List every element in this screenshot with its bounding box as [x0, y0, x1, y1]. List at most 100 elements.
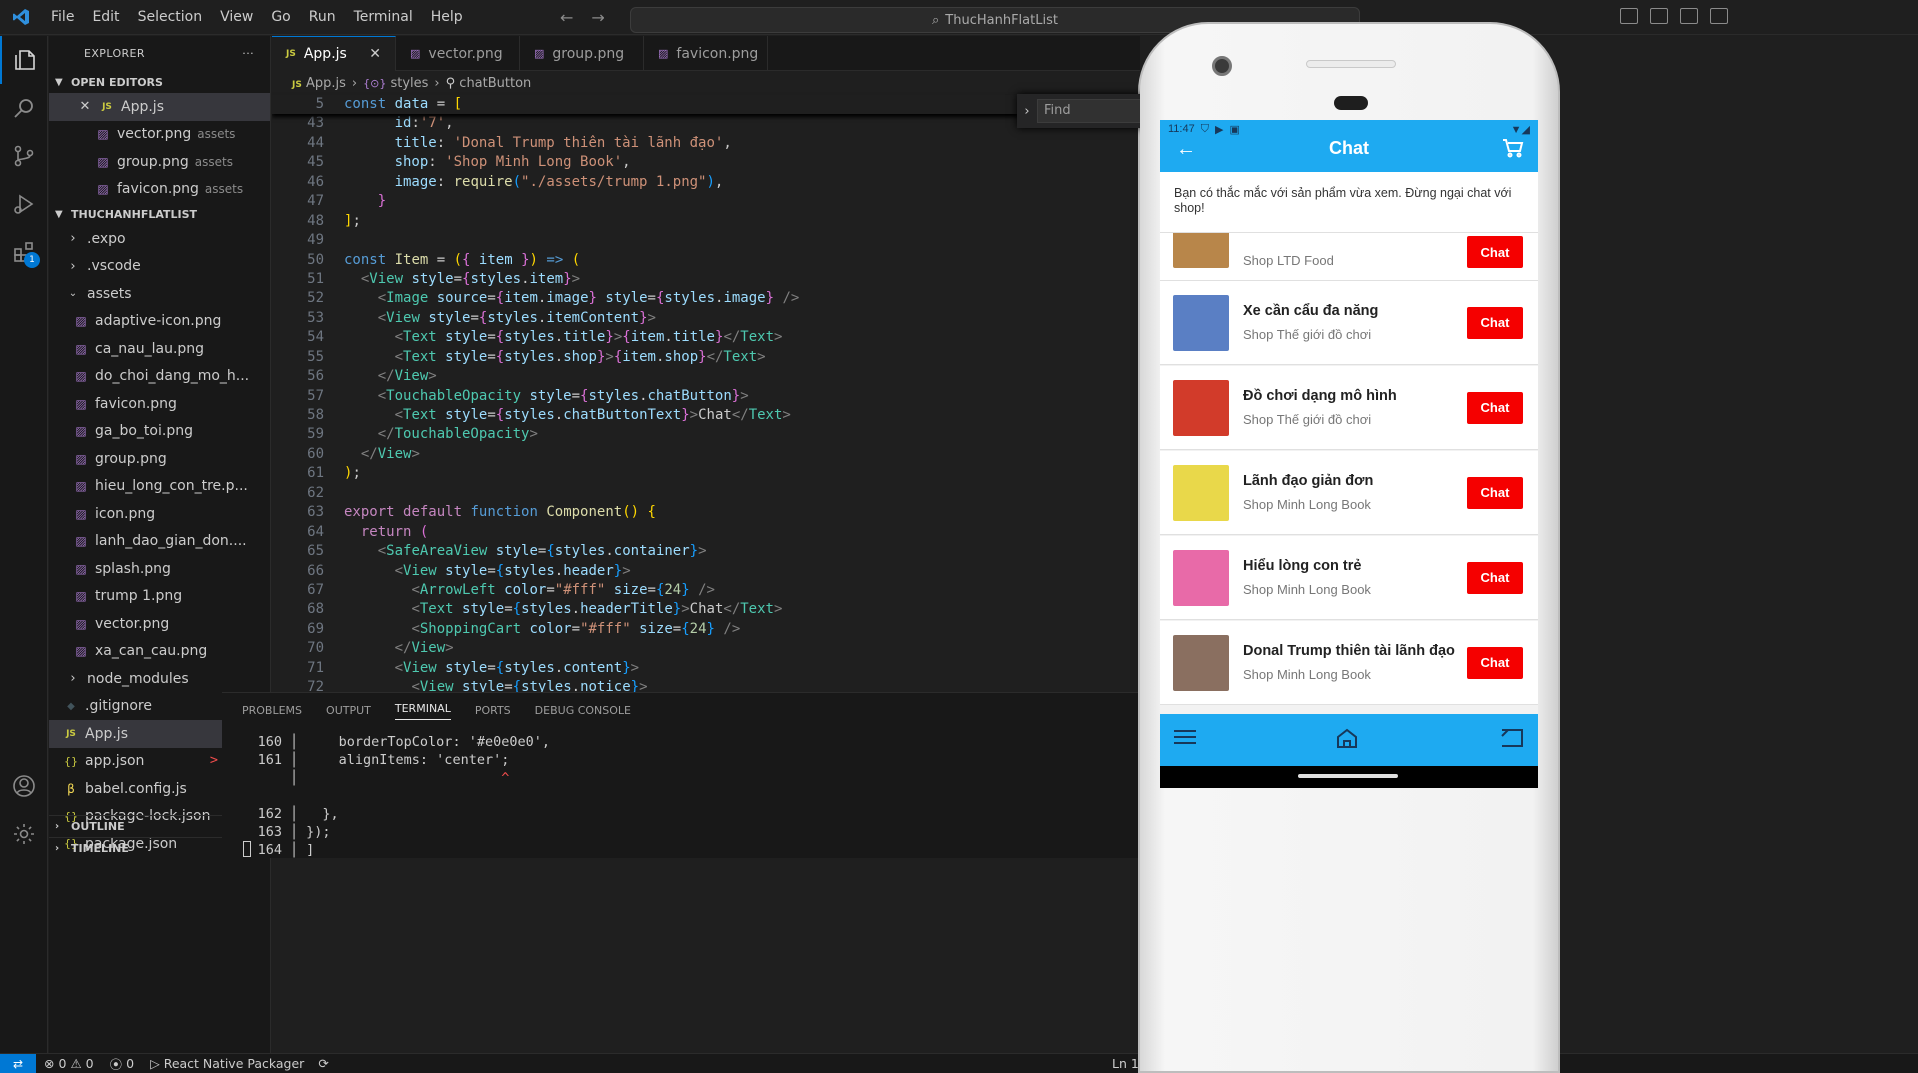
menu-item-edit[interactable]: Edit [83, 0, 128, 35]
product-item[interactable]: Lãnh đạo giản đơn Shop Minh Long Book Chat [1160, 451, 1538, 535]
file-tree-item[interactable]: ▨ icon.png [49, 500, 270, 528]
forward-arrow-icon[interactable]: → [591, 8, 604, 27]
account-icon[interactable] [0, 762, 48, 810]
line-number: 55 [307, 348, 324, 365]
packager-status[interactable]: ▷ React Native Packager ⟳ [142, 1056, 337, 1071]
panel-tab-terminal[interactable]: TERMINAL [394, 702, 451, 720]
panel-tab-debug-console[interactable]: DEBUG CONSOLE [535, 704, 631, 717]
terminal-line-number: 161 [257, 752, 282, 768]
terminal-output[interactable]: 160 │ borderTopColor: '#e0e0e0', 161 > │ ali… [210, 733, 550, 859]
chat-button[interactable]: Chat [1467, 476, 1523, 509]
play-protect-icon: ▶ [1214, 124, 1224, 136]
open-editor-item[interactable]: ▨ group.png assets [49, 148, 270, 176]
file-tree-item[interactable]: ▨ ga_bo_toi.png [49, 418, 270, 446]
toggle-panel-icon[interactable] [1650, 8, 1668, 24]
menu-item-help[interactable]: Help [422, 0, 472, 35]
file-tree-item[interactable]: › .vscode [49, 253, 270, 281]
toggle-sidebar-icon[interactable] [1620, 8, 1638, 24]
back-nav-icon[interactable] [1500, 728, 1524, 754]
breadcrumb-item[interactable]: JS App.js [292, 76, 346, 91]
tab-vector-png[interactable]: ▨ vector.png [396, 36, 520, 71]
open-editor-item[interactable]: ▨ favicon.png assets [49, 176, 270, 204]
panel-tab-output[interactable]: OUTPUT [326, 704, 371, 717]
tab-favicon-png[interactable]: ▨ favicon.png [644, 36, 768, 71]
chat-button[interactable]: Chat [1467, 561, 1523, 594]
file-tree-item[interactable]: ▨ group.png [49, 445, 270, 473]
remote-icon[interactable]: ⇄ [0, 1053, 36, 1073]
file-tree-item[interactable]: ▨ ca_nau_lau.png [49, 335, 270, 363]
file-tree-label: trump 1.png [95, 588, 183, 605]
breadcrumb-item[interactable]: {⊙} styles [363, 76, 428, 91]
breadcrumb-item[interactable]: ⚲ chatButton [446, 76, 532, 91]
ports-status[interactable]: ⦿ 0 [102, 1054, 142, 1073]
chevron-right-icon[interactable]: › [1017, 104, 1037, 119]
settings-gear-icon[interactable] [0, 810, 48, 858]
file-tree-item[interactable]: ▨ adaptive-icon.png [49, 308, 270, 336]
menu-item-view[interactable]: View [211, 0, 262, 35]
menu-item-terminal[interactable]: Terminal [345, 0, 422, 35]
chat-button[interactable]: Chat [1467, 236, 1523, 268]
product-item[interactable]: Donal Trump thiên tài lãnh đạo Shop Minh … [1160, 621, 1538, 705]
code-line: 60 </View> [272, 445, 1140, 464]
product-item[interactable]: Hiểu lòng con trẻ Shop Minh Long Book Chat [1160, 536, 1538, 620]
app-header: 11:47 ⛉ ▶ ▣ ▼◢ ← Chat [1160, 120, 1538, 172]
file-tree-item[interactable]: › node_modules [49, 665, 270, 693]
menu-icon[interactable] [1174, 728, 1196, 751]
close-icon[interactable]: ✕ [77, 99, 93, 114]
shopping-cart-icon[interactable] [1502, 138, 1524, 164]
chat-button[interactable]: Chat [1467, 306, 1523, 339]
file-tree-label: hieu_long_con_tre.p... [95, 478, 248, 495]
extensions-icon[interactable]: 1 [0, 228, 48, 276]
timeline-label: TIMELINE [71, 842, 129, 855]
menu-item-run[interactable]: Run [300, 0, 345, 35]
file-tree-item[interactable]: ⌄ assets [49, 280, 270, 308]
product-list[interactable]: Shop LTD Food Chat Xe cần cẩu đa năng Shop … [1160, 233, 1538, 711]
chat-button[interactable]: Chat [1467, 646, 1523, 679]
more-actions-icon[interactable]: ··· [242, 47, 254, 60]
tab-App-js[interactable]: JS App.js ✕ [272, 36, 396, 71]
customize-layout-icon[interactable] [1710, 8, 1728, 24]
chat-button[interactable]: Chat [1467, 391, 1523, 424]
toggle-secondary-sidebar-icon[interactable] [1680, 8, 1698, 24]
line-number: 49 [307, 232, 324, 249]
home-gesture-pill[interactable] [1298, 774, 1398, 778]
file-tree-item[interactable]: ▨ do_choi_dang_mo_h... [49, 363, 270, 391]
file-tree-item[interactable]: ▨ vector.png [49, 610, 270, 638]
open-editor-item[interactable]: ▨ vector.png assets [49, 121, 270, 149]
file-tree-item[interactable]: ▨ hieu_long_con_tre.p... [49, 473, 270, 501]
panel-tab-problems[interactable]: PROBLEMS [242, 704, 302, 717]
search-icon[interactable] [0, 84, 48, 132]
file-tree-item[interactable]: › .expo [49, 225, 270, 253]
open-editor-item[interactable]: ✕ JS App.js [49, 93, 270, 121]
code-view[interactable]: 5 const data = [43 id:'7', 44 title: 'Dona… [272, 95, 1140, 692]
file-tree-item[interactable]: ▨ splash.png [49, 555, 270, 583]
panel-tab-ports[interactable]: PORTS [475, 704, 511, 717]
product-item[interactable]: Shop LTD Food Chat [1160, 233, 1538, 281]
product-image [1173, 233, 1229, 268]
close-icon[interactable]: ✕ [369, 46, 381, 62]
file-tree-item[interactable]: ▨ favicon.png [49, 390, 270, 418]
menu-item-go[interactable]: Go [262, 0, 299, 35]
back-arrow-icon[interactable]: ← [560, 8, 573, 27]
open-editors-section[interactable]: ▼ OPEN EDITORS [49, 71, 270, 93]
file-tree-item[interactable]: ▨ trump 1.png [49, 583, 270, 611]
product-item[interactable]: Xe cần cẩu đa năng Shop Thế giới đồ chơi C… [1160, 281, 1538, 365]
product-item[interactable]: Đồ chơi dạng mô hình Shop Thế giới đồ chơ… [1160, 366, 1538, 450]
project-section[interactable]: ▼ THUCHANHFLATLIST [49, 203, 270, 225]
home-icon[interactable] [1336, 728, 1358, 754]
code-line: 49 [272, 231, 1140, 250]
run-debug-icon[interactable] [0, 180, 48, 228]
product-info: Đồ chơi dạng mô hình Shop Thế giới đồ chơ… [1243, 388, 1467, 427]
problems-status[interactable]: ⊗ 0 ⚠ 0 [36, 1056, 102, 1071]
find-input[interactable]: Find [1037, 99, 1140, 123]
line-number: 61 [307, 465, 324, 482]
file-tree-item[interactable]: ▨ xa_can_cau.png [49, 638, 270, 666]
image-file-icon: ▨ [75, 644, 87, 659]
source-control-icon[interactable] [0, 132, 48, 180]
explorer-icon[interactable] [0, 36, 48, 84]
menu-item-selection[interactable]: Selection [129, 0, 212, 35]
file-tree-item[interactable]: ▨ lanh_dao_gian_don.... [49, 528, 270, 556]
tab-group-png[interactable]: ▨ group.png [520, 36, 644, 71]
chevron-down-icon: ▼ [55, 208, 63, 220]
menu-item-file[interactable]: File [42, 0, 83, 35]
